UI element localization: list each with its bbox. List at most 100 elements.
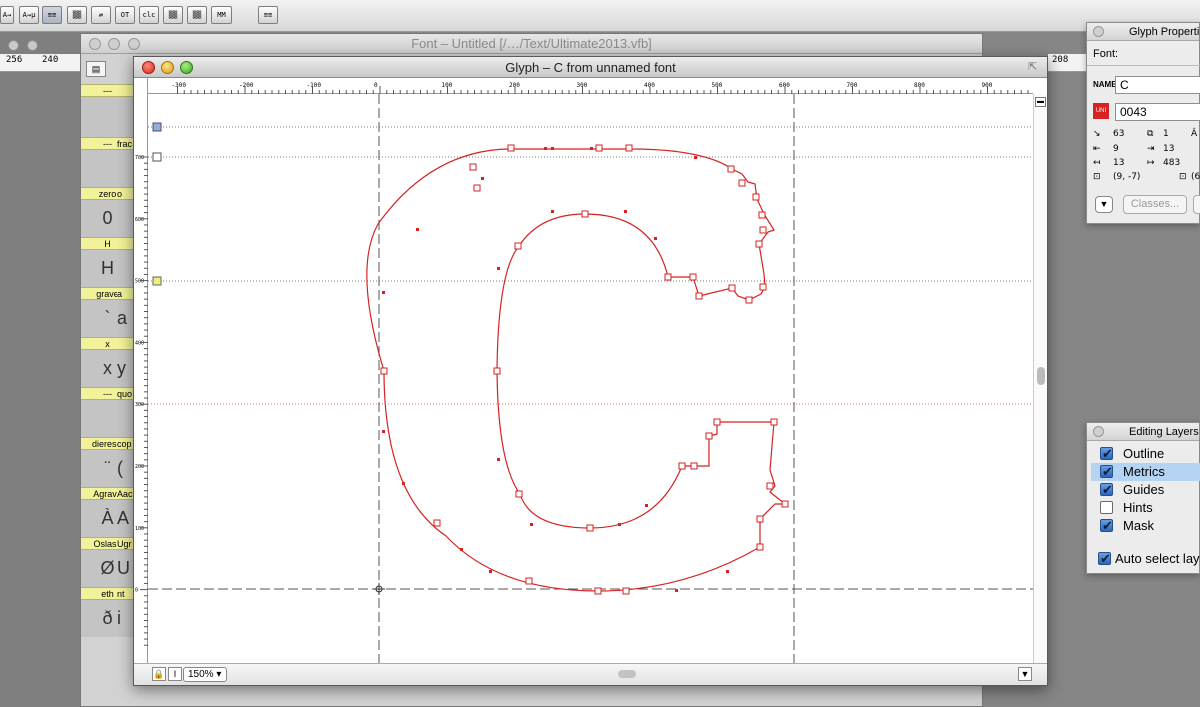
metric-icon: ↦ <box>1147 158 1155 168</box>
vertical-ruler: 700 600 500 400 300 200 100 0 <box>134 78 148 663</box>
toolbar-button-11[interactable]: ≡≡ <box>258 6 278 24</box>
hruler-tick-label: -300 <box>172 82 187 89</box>
horizontal-ruler: -300 -200 -100 0 100 200 300 400 500 600 700 800 900… <box>148 78 1117 94</box>
panel-close-button[interactable] <box>1093 426 1104 437</box>
window-minimize-button[interactable] <box>27 40 38 51</box>
font-window-minimize-button[interactable] <box>108 38 120 50</box>
layer-guides[interactable]: Guides <box>1091 481 1200 499</box>
layer-checkbox[interactable] <box>1100 501 1113 514</box>
toolbar-button-5[interactable]: ⇄ <box>91 6 111 24</box>
metric-value: Â <box>1191 129 1198 139</box>
font-label: Font: <box>1093 48 1119 60</box>
text-cursor-icon[interactable]: I <box>168 667 182 681</box>
vertical-scroll-thumb[interactable] <box>1037 367 1045 385</box>
layer-metrics[interactable]: Metrics <box>1091 463 1200 481</box>
horizontal-scroll-thumb[interactable] <box>618 670 636 678</box>
font-window-ruler: 208 <box>1048 54 1086 72</box>
toolbar-button-1[interactable]: A→ <box>0 6 14 24</box>
toolbar-button-9[interactable]: ▒▒ <box>187 6 207 24</box>
toolbar-button-8[interactable]: ▒▒ <box>163 6 183 24</box>
layer-hints[interactable]: Hints <box>1091 499 1200 517</box>
vruler-tick-label: 100 <box>135 526 144 532</box>
layer-outline[interactable]: Outline <box>1091 445 1200 463</box>
x-height-marker[interactable] <box>152 276 162 286</box>
font-window-close-button[interactable] <box>89 38 101 50</box>
editing-layers-panel: Editing Layers Outline Metrics Guides Hi… <box>1086 422 1200 574</box>
glyph-properties-panel: Glyph Properties Font: NAME C UNI 0043 ↘… <box>1086 22 1200 224</box>
lock-icon[interactable]: 🔒 <box>152 667 166 681</box>
zoom-value: 150% <box>188 669 214 680</box>
glyph-outline-C[interactable] <box>366 148 787 592</box>
glyph-window: Glyph – C from unnamed font ⇱ -300 -200 -1… <box>133 56 1117 686</box>
scroll-down-button[interactable]: ▼ <box>1018 667 1032 681</box>
auto-select-checkbox[interactable] <box>1098 550 1111 568</box>
panel-close-button[interactable] <box>1093 26 1104 37</box>
auto-select-layer[interactable]: Auto select layer <box>1091 550 1200 568</box>
options-dropdown-button[interactable]: ▼ <box>1095 196 1113 213</box>
metric-icon: ↘ <box>1093 129 1101 139</box>
layer-checkbox[interactable] <box>1100 445 1113 463</box>
unicode-field[interactable]: 0043 <box>1115 103 1200 121</box>
layer-label: Outline <box>1123 446 1165 461</box>
auto-select-label: Auto select layer <box>1115 551 1200 566</box>
metric-icon: ↤ <box>1093 158 1101 168</box>
vertical-scrollbar[interactable]: ▬ <box>1033 94 1047 663</box>
ascender-marker[interactable] <box>152 122 162 132</box>
hruler-tick-label: 0 <box>374 82 378 89</box>
layer-checkbox[interactable] <box>1100 481 1113 499</box>
toolbar-button-7[interactable]: clc <box>139 6 159 24</box>
close-button[interactable] <box>142 61 155 74</box>
toolbar-button-3[interactable]: ≡≡ <box>42 6 62 24</box>
metric-value: 63 <box>1113 129 1125 139</box>
toolbar-button-10[interactable]: MM <box>211 6 232 24</box>
glyph-drawing[interactable] <box>148 94 1033 663</box>
glyph-window-title: Glyph – C from unnamed font <box>134 57 1047 78</box>
toolbar-button-4[interactable]: ▒▒ <box>67 6 87 24</box>
zoom-button[interactable] <box>180 61 193 74</box>
minimize-button[interactable] <box>161 61 174 74</box>
metric-value: 9 <box>1113 144 1119 154</box>
outline-nodes[interactable] <box>380 144 789 595</box>
separator <box>1087 65 1200 66</box>
layer-mask[interactable]: Mask <box>1091 517 1200 535</box>
metric-icon: ⊡ <box>1093 172 1101 182</box>
caps-marker[interactable] <box>152 152 162 162</box>
vruler-tick-label: 700 <box>135 155 144 161</box>
window-close-button[interactable] <box>8 40 19 51</box>
glyph-status-bar: 🔒 I 150% ▾ ▼ <box>134 663 1047 685</box>
scroll-up-button[interactable]: ▬ <box>1035 97 1046 107</box>
layer-checkbox[interactable] <box>1100 517 1113 535</box>
vruler-tick-label: 300 <box>135 402 144 408</box>
toolbar-button-6[interactable]: OT <box>115 6 135 24</box>
vruler-tick-label: 0 <box>135 588 138 594</box>
more-button[interactable] <box>1193 195 1200 214</box>
toolbar-button-2[interactable]: A→µ <box>19 6 39 24</box>
vruler-tick-label: 600 <box>135 217 144 223</box>
unicode-icon: UNI <box>1093 103 1109 119</box>
metric-icon: ⧉ <box>1147 129 1154 139</box>
metric-icon: ⇤ <box>1093 144 1101 154</box>
vruler-tick-label: 500 <box>135 279 144 285</box>
font-view-mode-button[interactable]: ▤ <box>86 61 106 77</box>
horizontal-ruler-ticks: -300 -200 -100 0 100 200 300 400 500 600 700 800 900… <box>172 82 1117 94</box>
hruler-tick-label: -100 <box>307 82 322 89</box>
background-ruler: 256 240 <box>0 54 80 72</box>
ruler-tick-label: 208 <box>1052 55 1069 65</box>
metric-value: 13 <box>1113 158 1125 168</box>
font-window-title: Font – Untitled [/…/Text/Ultimate2013.vf… <box>81 34 982 54</box>
glyph-canvas[interactable] <box>148 94 1033 663</box>
zoom-select[interactable]: 150% ▾ <box>183 667 227 682</box>
name-label: NAME <box>1093 80 1117 89</box>
ruler-tick-label: 240 <box>42 55 59 65</box>
layer-label: Guides <box>1123 482 1165 497</box>
font-window-zoom-button[interactable] <box>128 38 140 50</box>
metric-value: 1 <box>1163 129 1169 139</box>
main-toolbar: A→ A→µ ≡≡ ▒▒ ⇄ OT clc ▒▒ ▒▒ MM ≡≡ <box>0 0 1200 32</box>
fullscreen-icon[interactable]: ⇱ <box>1028 61 1041 74</box>
metric-value: 13 <box>1163 144 1175 154</box>
glyph-name-field[interactable]: C <box>1115 76 1200 94</box>
metric-icon: ⊡ <box>1179 172 1187 182</box>
layer-checkbox[interactable] <box>1100 463 1113 481</box>
classes-button[interactable]: Classes... <box>1123 195 1187 214</box>
metric-value: (6 <box>1191 172 1200 182</box>
